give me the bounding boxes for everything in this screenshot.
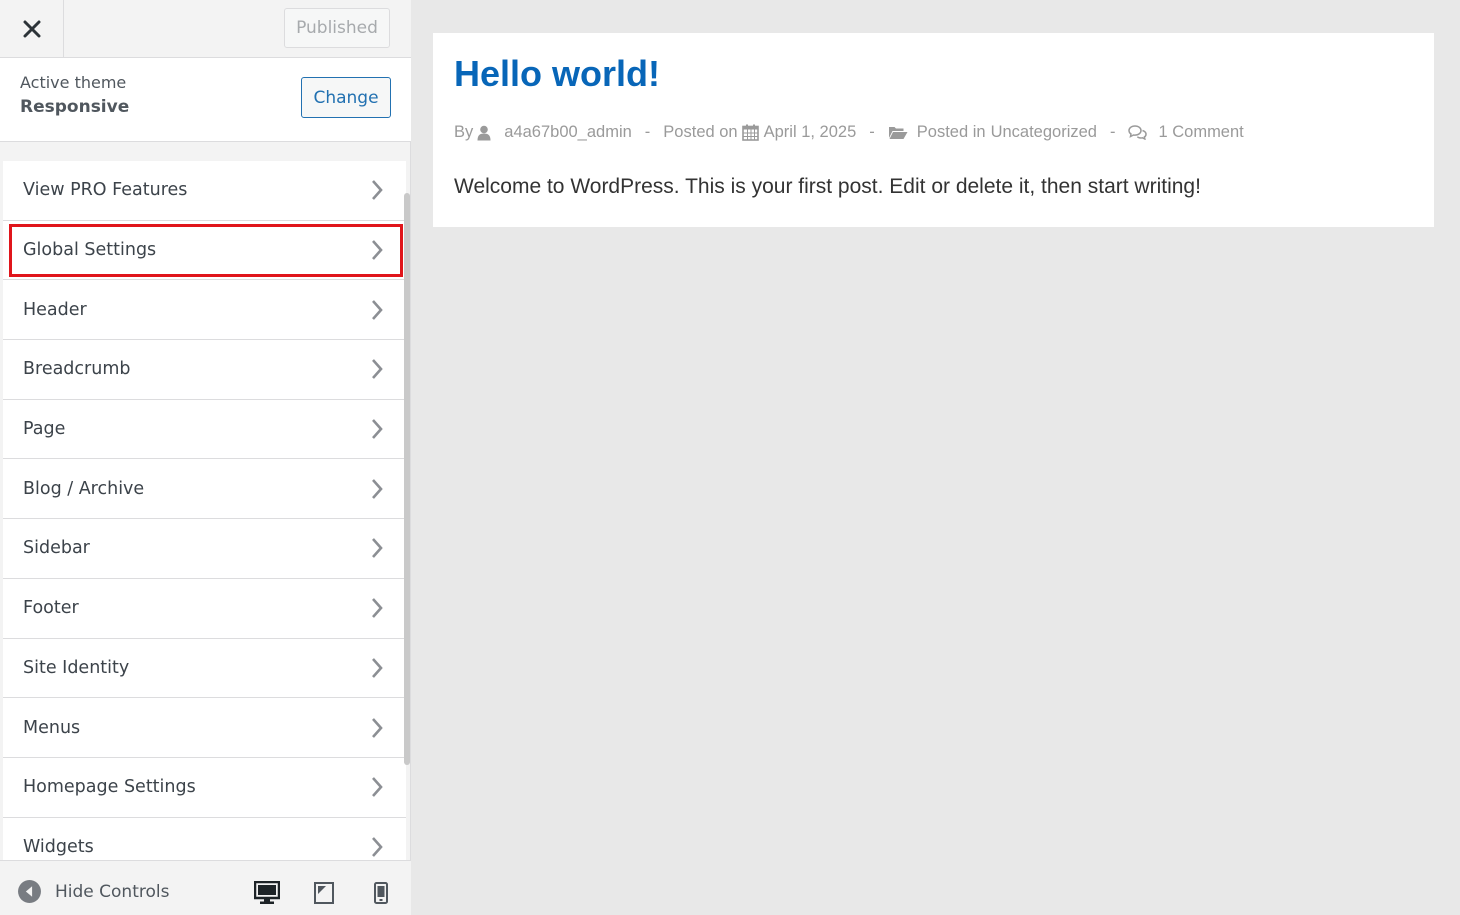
desktop-icon: [254, 881, 280, 904]
mobile-icon: [374, 882, 388, 904]
preview-mobile-button[interactable]: [368, 880, 394, 906]
panel-item-label: Widgets: [23, 836, 94, 857]
panel-item-page[interactable]: Page: [3, 399, 406, 460]
preview-tablet-button[interactable]: [311, 880, 337, 906]
calendar-icon: [741, 124, 759, 141]
close-icon: [23, 20, 40, 38]
post-article: Hello world! By a4a67b00_admin - Posted …: [433, 33, 1434, 227]
panel-item-global-settings[interactable]: Global Settings: [3, 220, 406, 281]
meta-category-link[interactable]: Uncategorized: [991, 123, 1097, 142]
panel-item-label: Homepage Settings: [23, 777, 196, 798]
publish-button[interactable]: Published: [284, 8, 390, 48]
chevron-right-icon: [372, 478, 383, 499]
panel-item-label: Global Settings: [23, 240, 157, 261]
meta-posted-in-label: Posted in: [916, 123, 986, 141]
comments-icon: [1128, 125, 1148, 140]
chevron-right-icon: [372, 538, 383, 559]
panel-item-header[interactable]: Header: [3, 280, 406, 341]
panel-item-homepage-settings[interactable]: Homepage Settings: [3, 757, 406, 818]
tablet-icon: [314, 882, 334, 904]
meta-author-link[interactable]: a4a67b00_admin: [504, 123, 632, 142]
chevron-right-icon: [372, 419, 383, 439]
hide-controls-button[interactable]: Hide Controls: [17, 879, 169, 904]
meta-separator: -: [644, 123, 651, 141]
panel-item-label: View PRO Features: [23, 180, 188, 201]
meta-date-link[interactable]: April 1, 2025: [764, 123, 857, 142]
chevron-right-icon: [372, 598, 383, 619]
change-theme-button[interactable]: Change: [301, 77, 391, 118]
panel-item-label: Sidebar: [23, 538, 90, 559]
post-title-link[interactable]: Hello world!: [454, 53, 660, 95]
meta-posted-on-label: Posted on: [663, 123, 738, 141]
meta-by-label: By: [454, 123, 474, 141]
chevron-right-icon: [372, 657, 383, 678]
panel-item-footer[interactable]: Footer: [3, 578, 406, 639]
hide-controls-label: Hide Controls: [55, 881, 170, 902]
customizer-header: Published: [0, 0, 411, 58]
active-theme-name: Responsive: [20, 97, 130, 117]
sidebar-scrollbar[interactable]: [404, 193, 410, 765]
chevron-right-icon: [372, 299, 383, 320]
collapse-left-icon: [18, 880, 41, 903]
panel-item-label: Breadcrumb: [23, 359, 131, 380]
chevron-right-icon: [372, 359, 383, 380]
panel-item-label: Blog / Archive: [23, 478, 145, 499]
meta-separator: -: [869, 123, 875, 141]
chevron-right-icon: [372, 777, 383, 798]
panel-item-label: Footer: [23, 598, 79, 619]
customizer-sidebar: Published Active theme Responsive Change…: [0, 0, 411, 915]
panel-item-label: Page: [23, 419, 66, 440]
customizer-panel-list: View PRO Features Global Settings Header Br…: [3, 161, 406, 860]
folder-open-icon: [888, 127, 908, 139]
panel-item-menus[interactable]: Menus: [3, 698, 406, 758]
active-theme-label: Active theme: [20, 73, 127, 92]
meta-separator: -: [1109, 123, 1116, 141]
customizer-footer: Hide Controls: [0, 860, 411, 915]
panel-item-view-pro-features[interactable]: View PRO Features: [3, 161, 406, 221]
panel-item-site-identity[interactable]: Site Identity: [3, 638, 406, 699]
user-icon: [477, 125, 491, 140]
panel-item-breadcrumb[interactable]: Breadcrumb: [3, 340, 406, 400]
meta-comments-link[interactable]: 1 Comment: [1158, 123, 1243, 142]
chevron-right-icon: [372, 837, 383, 857]
preview-desktop-button[interactable]: [254, 880, 280, 906]
panel-item-label: Header: [23, 299, 87, 320]
theme-info: Active theme Responsive Change: [0, 58, 411, 142]
chevron-right-icon: [372, 180, 383, 201]
post-meta: By a4a67b00_admin - Posted on April 1, 2…: [454, 123, 1244, 142]
chevron-right-icon: [372, 240, 383, 260]
close-button[interactable]: [0, 0, 64, 58]
panel-item-widgets[interactable]: Widgets: [3, 817, 406, 860]
panel-item-sidebar[interactable]: Sidebar: [3, 519, 406, 579]
panel-item-label: Site Identity: [23, 657, 130, 678]
panel-item-blog-archive[interactable]: Blog / Archive: [3, 459, 406, 520]
chevron-right-icon: [372, 717, 383, 738]
post-content: Welcome to WordPress. This is your first…: [454, 175, 1201, 198]
panel-item-label: Menus: [23, 717, 81, 738]
